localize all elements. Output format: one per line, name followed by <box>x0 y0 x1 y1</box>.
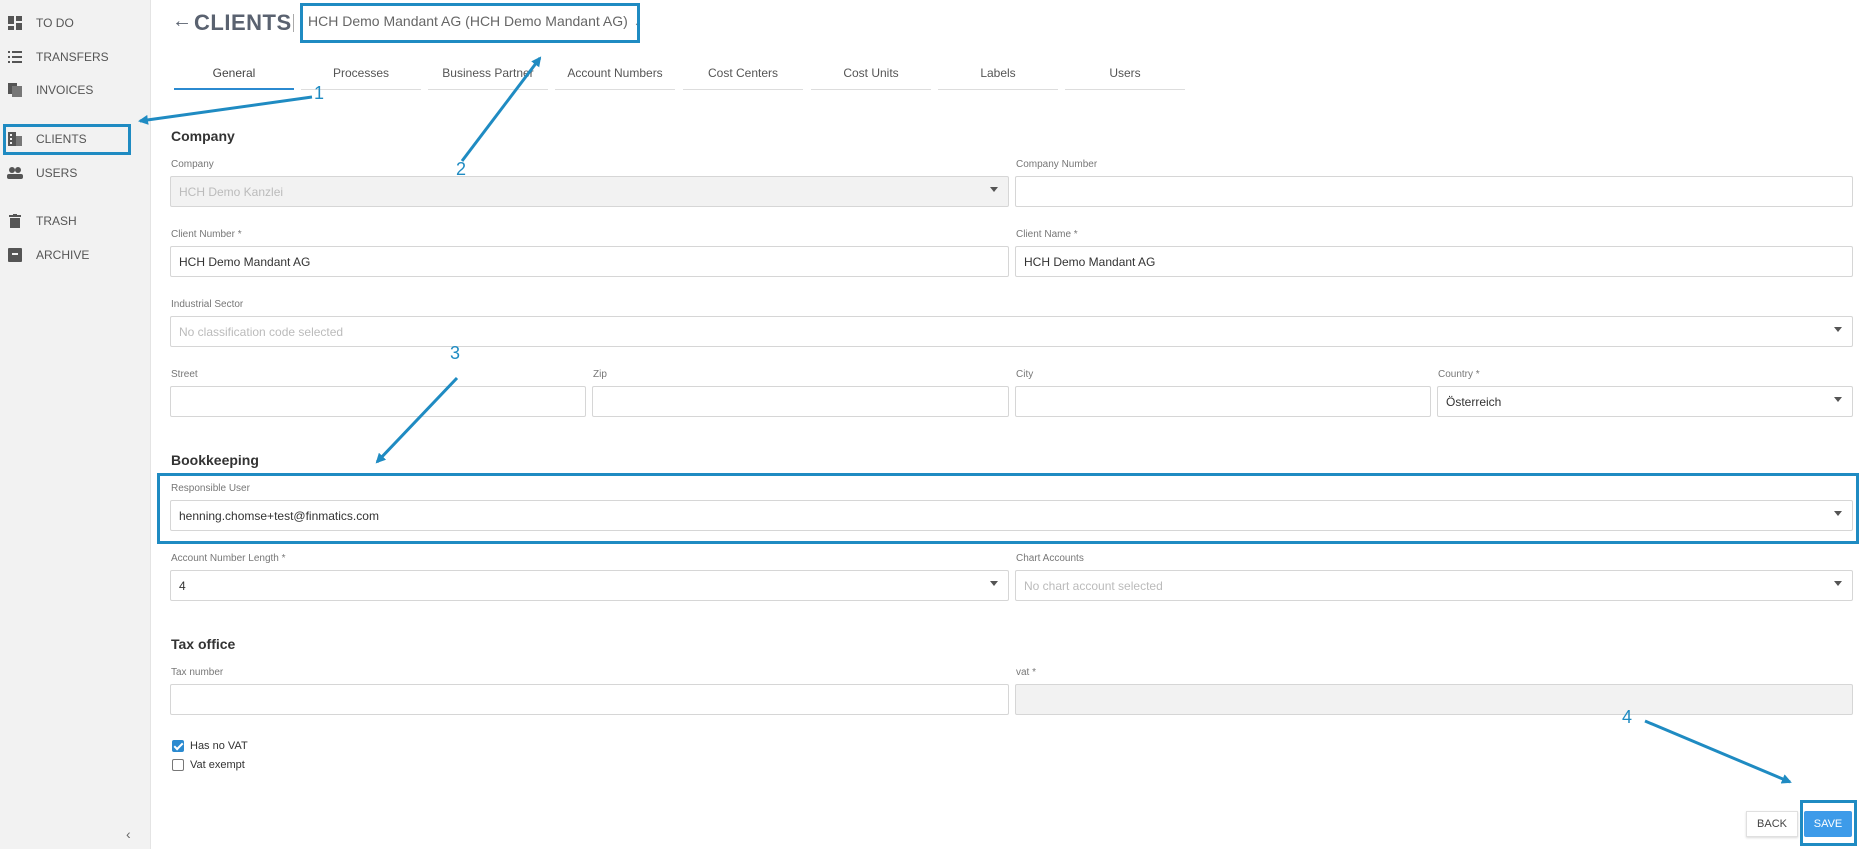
sidebar-item-invoices[interactable]: INVOICES <box>0 76 151 104</box>
dropdown-arrow-icon <box>1834 581 1842 586</box>
account-number-length-label: Account Number Length * <box>171 553 286 564</box>
industrial-sector-select[interactable]: No classification code selected <box>170 316 1853 347</box>
back-button[interactable]: BACK <box>1746 811 1798 837</box>
responsible-user-value: henning.chomse+test@finmatics.com <box>179 508 379 523</box>
dropdown-arrow-icon <box>990 187 998 192</box>
dropdown-arrow-icon <box>1834 397 1842 402</box>
list-icon <box>7 49 23 65</box>
sidebar-item-archive[interactable]: ARCHIVE <box>0 241 151 269</box>
sidebar-item-label: TO DO <box>36 16 74 30</box>
sidebar-item-trash[interactable]: TRASH <box>0 207 151 235</box>
zip-label: Zip <box>593 369 607 380</box>
account-number-length-value: 4 <box>179 578 186 593</box>
collapse-sidebar-button[interactable]: ‹ <box>126 826 131 842</box>
client-name-input[interactable]: HCH Demo Mandant AG <box>1015 246 1853 277</box>
account-number-length-select[interactable]: 4 <box>170 570 1009 601</box>
client-name-value: HCH Demo Mandant AG <box>1024 254 1156 269</box>
country-label: Country * <box>1438 369 1480 380</box>
tab-users[interactable]: Users <box>1065 62 1185 90</box>
zip-input[interactable] <box>592 386 1009 417</box>
chart-accounts-placeholder: No chart account selected <box>1024 578 1163 593</box>
annotation-arrows <box>138 56 1792 784</box>
client-selector-label: HCH Demo Mandant AG (HCH Demo Mandant AG… <box>308 13 628 29</box>
sidebar-item-label: ARCHIVE <box>36 248 90 262</box>
app-window: TO DO TRANSFERS INVOICES CLIENTS USERS T… <box>0 0 1868 849</box>
company-value: HCH Demo Kanzlei <box>179 184 284 199</box>
dropdown-arrow-icon <box>1834 327 1842 332</box>
sidebar-item-users[interactable]: USERS <box>0 159 151 187</box>
company-select[interactable]: HCH Demo Kanzlei <box>170 176 1009 207</box>
title-divider <box>293 14 294 32</box>
vat-exempt-label: Vat exempt <box>190 759 245 771</box>
client-selector[interactable]: HCH Demo Mandant AG (HCH Demo Mandant AG… <box>308 13 642 29</box>
dropdown-arrow-icon <box>990 581 998 586</box>
has-no-vat-label: Has no VAT <box>190 740 248 752</box>
tax-number-label: Tax number <box>171 667 224 678</box>
chart-accounts-select[interactable]: No chart account selected <box>1015 570 1853 601</box>
country-select[interactable]: Österreich <box>1437 386 1853 417</box>
company-number-input[interactable] <box>1015 176 1853 207</box>
vat-input <box>1015 684 1853 715</box>
tax-number-input[interactable] <box>170 684 1009 715</box>
chevron-down-icon: ⌄ <box>633 18 643 29</box>
back-arrow-icon[interactable]: ← <box>172 10 192 33</box>
sidebar-item-clients[interactable]: CLIENTS <box>0 125 151 153</box>
sidebar-item-label: USERS <box>36 166 78 180</box>
page-title: CLIENTS <box>194 10 292 35</box>
section-title-company: Company <box>171 128 235 144</box>
company-number-label: Company Number <box>1016 159 1098 170</box>
users-icon <box>7 165 23 181</box>
vat-label: vat * <box>1016 667 1037 678</box>
building-icon <box>7 131 23 147</box>
street-label: Street <box>171 369 198 380</box>
company-label: Company <box>171 159 214 170</box>
tab-labels[interactable]: Labels <box>938 62 1058 90</box>
tab-cost-centers[interactable]: Cost Centers <box>683 62 803 90</box>
has-no-vat-checkbox[interactable] <box>172 740 184 752</box>
annotation-number-3: 3 <box>450 343 461 363</box>
annotation-number-2: 2 <box>456 159 467 179</box>
sidebar-item-label: TRANSFERS <box>36 50 109 64</box>
annotation-number-4: 4 <box>1622 707 1633 727</box>
sidebar-item-label: INVOICES <box>36 83 94 97</box>
client-number-input[interactable]: HCH Demo Mandant AG <box>170 246 1009 277</box>
section-title-bookkeeping: Bookkeeping <box>171 452 259 468</box>
trash-icon <box>7 213 23 229</box>
street-input[interactable] <box>170 386 586 417</box>
annotation-arrow-1 <box>138 95 313 125</box>
city-label: City <box>1016 369 1034 380</box>
tab-business-partner[interactable]: Business Partner <box>428 62 548 90</box>
sidebar-item-label: TRASH <box>36 214 77 228</box>
client-number-label: Client Number * <box>171 229 242 240</box>
annotation-arrow-4 <box>1644 719 1792 784</box>
annotation-number-1: 1 <box>314 83 325 103</box>
city-input[interactable] <box>1015 386 1431 417</box>
country-value: Österreich <box>1446 394 1502 409</box>
dropdown-arrow-icon <box>1834 511 1842 516</box>
section-title-tax-office: Tax office <box>171 636 236 652</box>
chart-accounts-label: Chart Accounts <box>1016 553 1084 564</box>
sidebar-item-todo[interactable]: TO DO <box>0 9 151 37</box>
tab-cost-units[interactable]: Cost Units <box>811 62 931 90</box>
industrial-sector-placeholder: No classification code selected <box>179 324 344 339</box>
tab-general[interactable]: General <box>174 62 294 90</box>
archive-icon <box>7 247 23 263</box>
tab-account-numbers[interactable]: Account Numbers <box>555 62 675 90</box>
sidebar-item-transfers[interactable]: TRANSFERS <box>0 43 151 71</box>
sidebar: TO DO TRANSFERS INVOICES CLIENTS USERS T… <box>0 0 151 849</box>
sidebar-item-label: CLIENTS <box>36 132 87 146</box>
responsible-user-select[interactable]: henning.chomse+test@finmatics.com <box>170 500 1853 531</box>
dashboard-icon <box>7 15 23 31</box>
vat-exempt-checkbox[interactable] <box>172 759 184 771</box>
client-number-value: HCH Demo Mandant AG <box>179 254 311 269</box>
documents-icon <box>7 82 23 98</box>
industrial-sector-label: Industrial Sector <box>171 299 244 310</box>
client-name-label: Client Name * <box>1016 229 1078 240</box>
responsible-user-label: Responsible User <box>171 483 250 494</box>
save-button[interactable]: SAVE <box>1804 811 1852 837</box>
